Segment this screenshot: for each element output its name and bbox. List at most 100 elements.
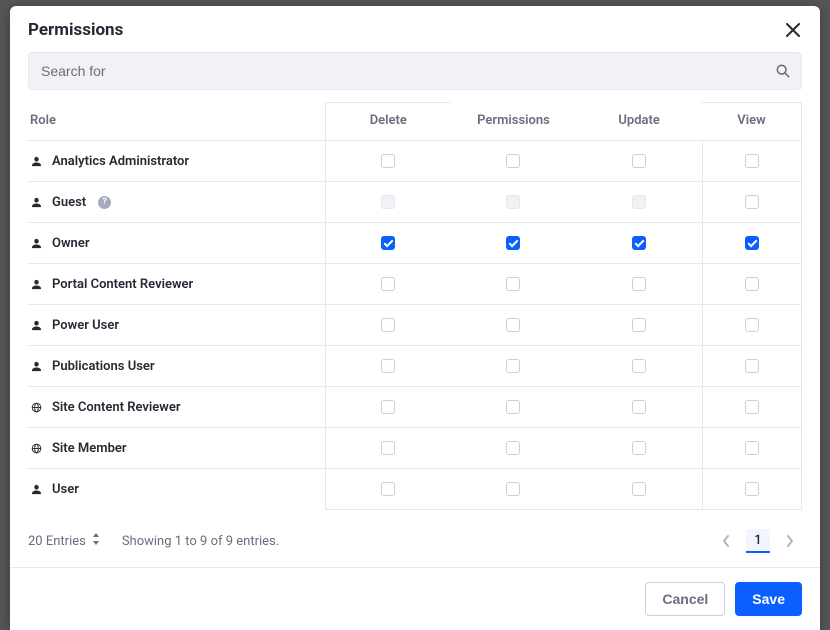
cell-update: [576, 141, 702, 182]
pager-current-page[interactable]: 1: [746, 529, 770, 553]
permissions-table: Role Delete Permissions Update View Anal…: [28, 102, 802, 510]
checkbox-permissions[interactable]: [506, 154, 520, 168]
header-update: Update: [576, 102, 702, 141]
cell-permissions: [451, 182, 577, 223]
checkbox-permissions[interactable]: [506, 441, 520, 455]
table-row: Power User: [28, 305, 802, 346]
checkbox-update: [632, 195, 646, 209]
cell-delete: [325, 428, 451, 469]
checkbox-update[interactable]: [632, 277, 646, 291]
search-icon-button[interactable]: [765, 64, 801, 78]
table-header-row: Role Delete Permissions Update View: [28, 102, 802, 141]
checkbox-view[interactable]: [745, 400, 759, 414]
role-cell: Owner: [28, 223, 325, 264]
pagination-bar: 20 Entries Showing 1 to 9 of 9 entries. …: [10, 515, 820, 568]
checkbox-update[interactable]: [632, 318, 646, 332]
table-row: Site Member: [28, 428, 802, 469]
page-size-select[interactable]: 20 Entries: [28, 533, 100, 549]
checkbox-delete: [381, 195, 395, 209]
header-role: Role: [28, 102, 325, 141]
table-row: Portal Content Reviewer: [28, 264, 802, 305]
checkbox-update[interactable]: [632, 359, 646, 373]
cell-view: [702, 141, 802, 182]
search-input[interactable]: [29, 53, 765, 89]
checkbox-delete[interactable]: [381, 441, 395, 455]
pager-prev[interactable]: [714, 529, 738, 553]
checkbox-view[interactable]: [745, 482, 759, 496]
checkbox-delete[interactable]: [381, 482, 395, 496]
modal-title: Permissions: [28, 20, 123, 40]
role-cell: Site Member: [28, 428, 325, 469]
checkbox-update[interactable]: [632, 400, 646, 414]
checkbox-permissions[interactable]: [506, 318, 520, 332]
checkbox-delete[interactable]: [381, 277, 395, 291]
checkbox-view[interactable]: [745, 195, 759, 209]
checkbox-update[interactable]: [632, 236, 646, 250]
checkbox-delete[interactable]: [381, 318, 395, 332]
role-label: User: [52, 482, 79, 497]
header-view: View: [702, 102, 802, 141]
checkbox-delete[interactable]: [381, 236, 395, 250]
globe-icon: [30, 402, 42, 413]
modal-actions: Cancel Save: [10, 568, 820, 630]
cell-view: [702, 264, 802, 305]
checkbox-permissions[interactable]: [506, 482, 520, 496]
checkbox-update[interactable]: [632, 482, 646, 496]
cell-permissions: [451, 346, 577, 387]
cell-view: [702, 428, 802, 469]
save-button[interactable]: Save: [735, 582, 802, 616]
checkbox-view[interactable]: [745, 154, 759, 168]
role-cell: Portal Content Reviewer: [28, 264, 325, 305]
checkbox-permissions[interactable]: [506, 236, 520, 250]
checkbox-permissions[interactable]: [506, 359, 520, 373]
checkbox-view[interactable]: [745, 318, 759, 332]
checkbox-permissions[interactable]: [506, 277, 520, 291]
pager-next[interactable]: [778, 529, 802, 553]
role-label: Power User: [52, 318, 119, 333]
role-cell: Site Content Reviewer: [28, 387, 325, 428]
checkbox-delete[interactable]: [381, 154, 395, 168]
search-icon: [776, 64, 790, 78]
showing-text: Showing 1 to 9 of 9 entries.: [122, 534, 279, 549]
cell-update: [576, 346, 702, 387]
role-label: Portal Content Reviewer: [52, 277, 193, 292]
checkbox-view[interactable]: [745, 359, 759, 373]
role-cell: Guest?: [28, 182, 325, 223]
cell-delete: [325, 223, 451, 264]
checkbox-delete[interactable]: [381, 400, 395, 414]
help-icon[interactable]: ?: [98, 196, 111, 209]
checkbox-update[interactable]: [632, 154, 646, 168]
checkbox-delete[interactable]: [381, 359, 395, 373]
checkbox-view[interactable]: [745, 277, 759, 291]
chevron-left-icon: [722, 535, 730, 547]
table-row: Publications User: [28, 346, 802, 387]
role-cell: Power User: [28, 305, 325, 346]
checkbox-permissions[interactable]: [506, 400, 520, 414]
table-row: Owner: [28, 223, 802, 264]
pagination-left: 20 Entries Showing 1 to 9 of 9 entries.: [28, 533, 279, 549]
cell-delete: [325, 141, 451, 182]
table-row: Analytics Administrator: [28, 141, 802, 182]
checkbox-view[interactable]: [745, 236, 759, 250]
cell-update: [576, 428, 702, 469]
user-icon: [30, 320, 42, 331]
close-button[interactable]: [784, 21, 802, 39]
cell-update: [576, 305, 702, 346]
table-row: User: [28, 469, 802, 510]
cell-permissions: [451, 223, 577, 264]
modal-header: Permissions: [10, 6, 820, 52]
header-permissions: Permissions: [451, 102, 577, 141]
cell-delete: [325, 182, 451, 223]
checkbox-update[interactable]: [632, 441, 646, 455]
cell-update: [576, 264, 702, 305]
cell-permissions: [451, 141, 577, 182]
user-icon: [30, 361, 42, 372]
cancel-button[interactable]: Cancel: [645, 582, 725, 616]
chevron-right-icon: [786, 535, 794, 547]
cell-permissions: [451, 387, 577, 428]
table-row: Guest?: [28, 182, 802, 223]
checkbox-view[interactable]: [745, 441, 759, 455]
role-label: Analytics Administrator: [52, 154, 189, 169]
cell-view: [702, 182, 802, 223]
page-size-label: 20 Entries: [28, 534, 86, 549]
